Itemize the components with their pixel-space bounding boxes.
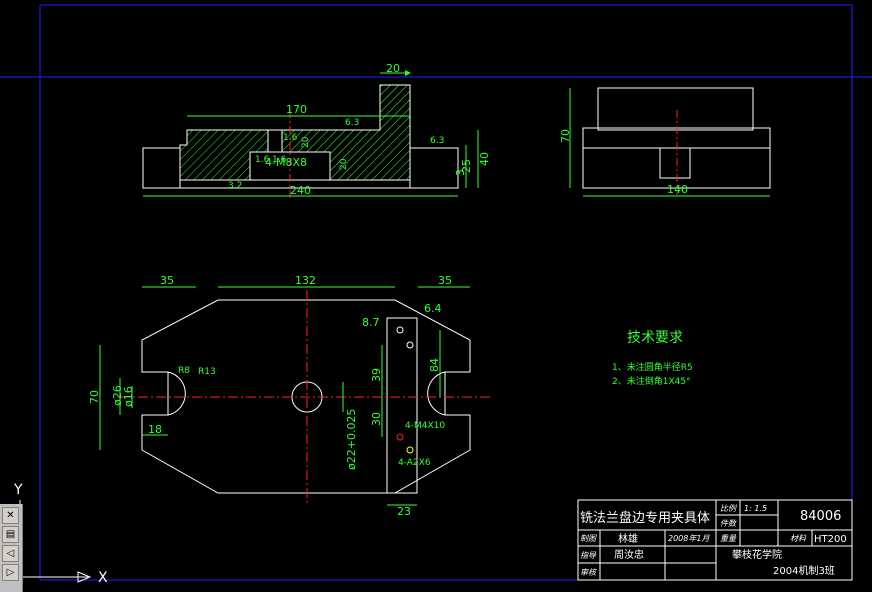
front-roughness-5: 1.6: [272, 155, 287, 165]
front-view[interactable]: 20 170 240 40 25 3 20 20 4-M8X8 6.3 6.3 …: [142, 62, 491, 200]
top-dim-35-right: 35: [438, 274, 452, 287]
front-right-flange: [409, 147, 459, 189]
notes-item-2: 2、未注倒角1X45°: [612, 375, 691, 387]
top-view[interactable]: 35 132 35 6.4 8.7 R8 R13 70 ø26 ø16 18 3…: [88, 274, 490, 518]
top-dim-18: 18: [148, 423, 162, 436]
drawing-border: [0, 4, 872, 581]
top-dim-8-7: 8.7: [362, 316, 380, 329]
side-view[interactable]: 70 140: [559, 87, 771, 197]
front-roughness-4: 1.6: [283, 133, 298, 143]
title-block[interactable]: 铣法兰盘边专用夹具体 比例 1: 1.5 件数 84006 制图 林雄 2008…: [577, 499, 853, 581]
tb-drawn-label: 制图: [580, 534, 597, 543]
tb-drawing-no: 84006: [800, 509, 841, 524]
layer-icon[interactable]: ▤: [2, 526, 19, 543]
front-dim-170: 170: [286, 103, 307, 116]
tb-material-label: 材料: [790, 534, 807, 543]
tb-material: HT200: [814, 534, 847, 545]
ucs-x-label: X: [98, 570, 108, 586]
front-dim-240: 240: [290, 184, 311, 197]
side-dim-140: 140: [667, 183, 688, 196]
tb-instructor: 周汝忠: [614, 548, 644, 561]
front-roughness-2: 6.3: [430, 136, 444, 146]
top-thread-a2: 4-A2X6: [398, 458, 431, 468]
ucs-y-label: Y: [13, 482, 23, 498]
tb-drawn-by: 林雄: [618, 532, 638, 545]
notes-item-1: 1、未注圆角半径R5: [612, 361, 693, 373]
top-dim-d22: ø22+0.025: [345, 409, 358, 470]
front-left-flange: [142, 147, 181, 189]
tb-scale-label: 比例: [720, 504, 738, 513]
top-dim-35-left: 35: [160, 274, 174, 287]
redo-icon[interactable]: ▷: [2, 564, 19, 581]
tb-review-label: 审核: [580, 568, 598, 577]
tb-instructor-label: 指导: [580, 551, 597, 560]
technical-notes: 技术要求 1、未注圆角半径R5 2、未注倒角1X45°: [612, 330, 693, 387]
cad-drawing-canvas[interactable]: 20 170 240 40 25 3 20 20 4-M8X8 6.3 6.3 …: [0, 0, 872, 592]
tb-weight-label: 重量: [720, 534, 737, 543]
tb-qty-label: 件数: [720, 519, 737, 528]
top-dim-r13: R13: [198, 367, 216, 377]
tb-part-name: 铣法兰盘边专用夹具体: [580, 510, 710, 526]
front-roughness-6: 3.2: [228, 181, 242, 191]
top-dim-30: 30: [370, 412, 383, 426]
top-dim-70: 70: [88, 390, 101, 404]
front-dim-20b: 20: [301, 136, 311, 148]
top-dim-r8: R8: [178, 366, 190, 376]
notes-title: 技术要求: [627, 330, 683, 346]
front-dim-40: 40: [478, 152, 491, 166]
top-thread-m4: 4-M4X10: [405, 421, 445, 431]
front-dim-20c: 20: [339, 158, 349, 170]
close-icon[interactable]: ✕: [2, 507, 19, 524]
top-dim-132: 132: [295, 274, 316, 287]
undo-icon[interactable]: ◁: [2, 545, 19, 562]
ucs-icon: Y X: [13, 482, 108, 586]
front-roughness-1: 6.3: [345, 118, 359, 128]
front-dim-3: 3: [454, 169, 467, 176]
tb-school: 攀枝花学院: [732, 548, 782, 561]
top-dim-39: 39: [370, 368, 383, 382]
tb-scale-value: 1: 1.5: [744, 504, 767, 513]
top-dim-d16: ø16: [122, 386, 135, 407]
front-roughness-3: 1.6: [255, 155, 270, 165]
top-dim-23: 23: [397, 505, 411, 518]
top-dim-6-4: 6.4: [424, 302, 442, 315]
tb-class: 2004机制3班: [773, 564, 835, 577]
front-dim-20: 20: [386, 62, 400, 75]
cad-side-toolbar: ✕ ▤ ◁ ▷: [0, 504, 23, 592]
tb-date: 2008年1月: [668, 534, 710, 543]
side-dim-70: 70: [559, 129, 572, 143]
top-dim-84: 84: [428, 358, 441, 372]
